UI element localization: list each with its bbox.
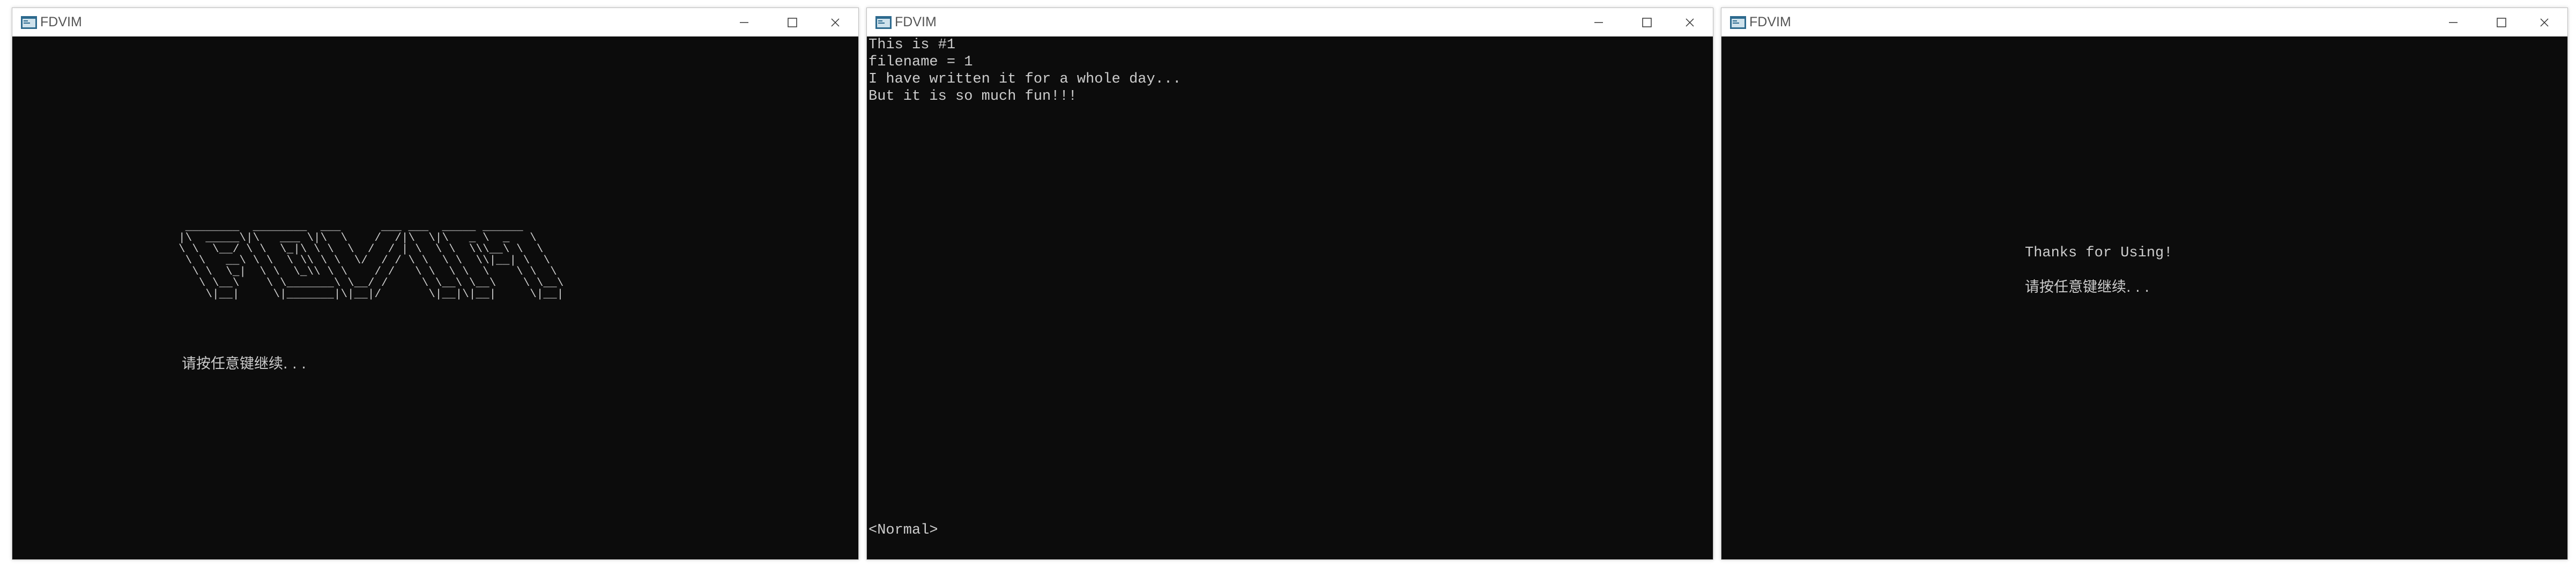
- console-area[interactable]: Thanks for Using! 请按任意键继续. . .: [1721, 36, 2567, 559]
- maximize-icon: [2497, 17, 2506, 27]
- maximize-button[interactable]: [2477, 8, 2526, 36]
- fdvim-ascii-logo: ________ ________ ___ ___ ___ _____ ____…: [179, 221, 564, 301]
- maximize-button[interactable]: [1623, 8, 1671, 36]
- minimize-button[interactable]: [1575, 8, 1623, 36]
- press-any-key-prompt: 请按任意键继续. . .: [2025, 279, 2149, 295]
- minimize-button[interactable]: [720, 8, 768, 36]
- editor-buffer[interactable]: This is #1 filename = 1 I have written i…: [867, 36, 1713, 559]
- close-button[interactable]: [811, 8, 859, 36]
- maximize-button[interactable]: [768, 8, 816, 36]
- title-bar[interactable]: FDVIM: [867, 8, 1713, 36]
- minimize-icon: [1594, 21, 1603, 23]
- close-icon: [831, 18, 840, 27]
- close-button[interactable]: [1666, 8, 1714, 36]
- press-any-key-prompt: 请按任意键继续. . .: [182, 356, 306, 372]
- maximize-icon: [1642, 17, 1652, 27]
- minimize-button[interactable]: [2429, 8, 2477, 36]
- title-bar[interactable]: FDVIM: [1721, 8, 2567, 36]
- title-bar[interactable]: FDVIM: [12, 8, 858, 36]
- fdvim-window-exit: FDVIM Thanks for Using! 请按任意键继续. . .: [1721, 8, 2568, 560]
- close-icon: [1686, 18, 1694, 27]
- close-button[interactable]: [2520, 8, 2568, 36]
- fdvim-window-editor: FDVIM This is #1 filename = 1 I have wri…: [866, 8, 1713, 560]
- console-app-icon: [1730, 16, 1746, 29]
- buffer-line: filename = 1: [868, 54, 973, 70]
- fdvim-window-splash: FDVIM ________ ________ ___ ___ ___ ____…: [12, 8, 859, 560]
- buffer-line: I have written it for a whole day...: [868, 71, 1182, 87]
- window-title: FDVIM: [1749, 14, 1791, 29]
- buffer-line: This is #1: [868, 37, 956, 53]
- mode-status-line: <Normal>: [868, 522, 938, 538]
- window-title: FDVIM: [895, 14, 937, 29]
- console-app-icon: [21, 16, 37, 29]
- console-app-icon: [875, 16, 892, 29]
- minimize-icon: [2449, 21, 2458, 23]
- window-title: FDVIM: [40, 14, 82, 29]
- console-area[interactable]: ________ ________ ___ ___ ___ _____ ____…: [12, 36, 858, 559]
- thanks-message: Thanks for Using!: [2025, 245, 2173, 261]
- close-icon: [2540, 18, 2549, 27]
- maximize-icon: [788, 17, 797, 27]
- minimize-icon: [740, 21, 748, 23]
- buffer-line: But it is so much fun!!!: [868, 88, 1077, 105]
